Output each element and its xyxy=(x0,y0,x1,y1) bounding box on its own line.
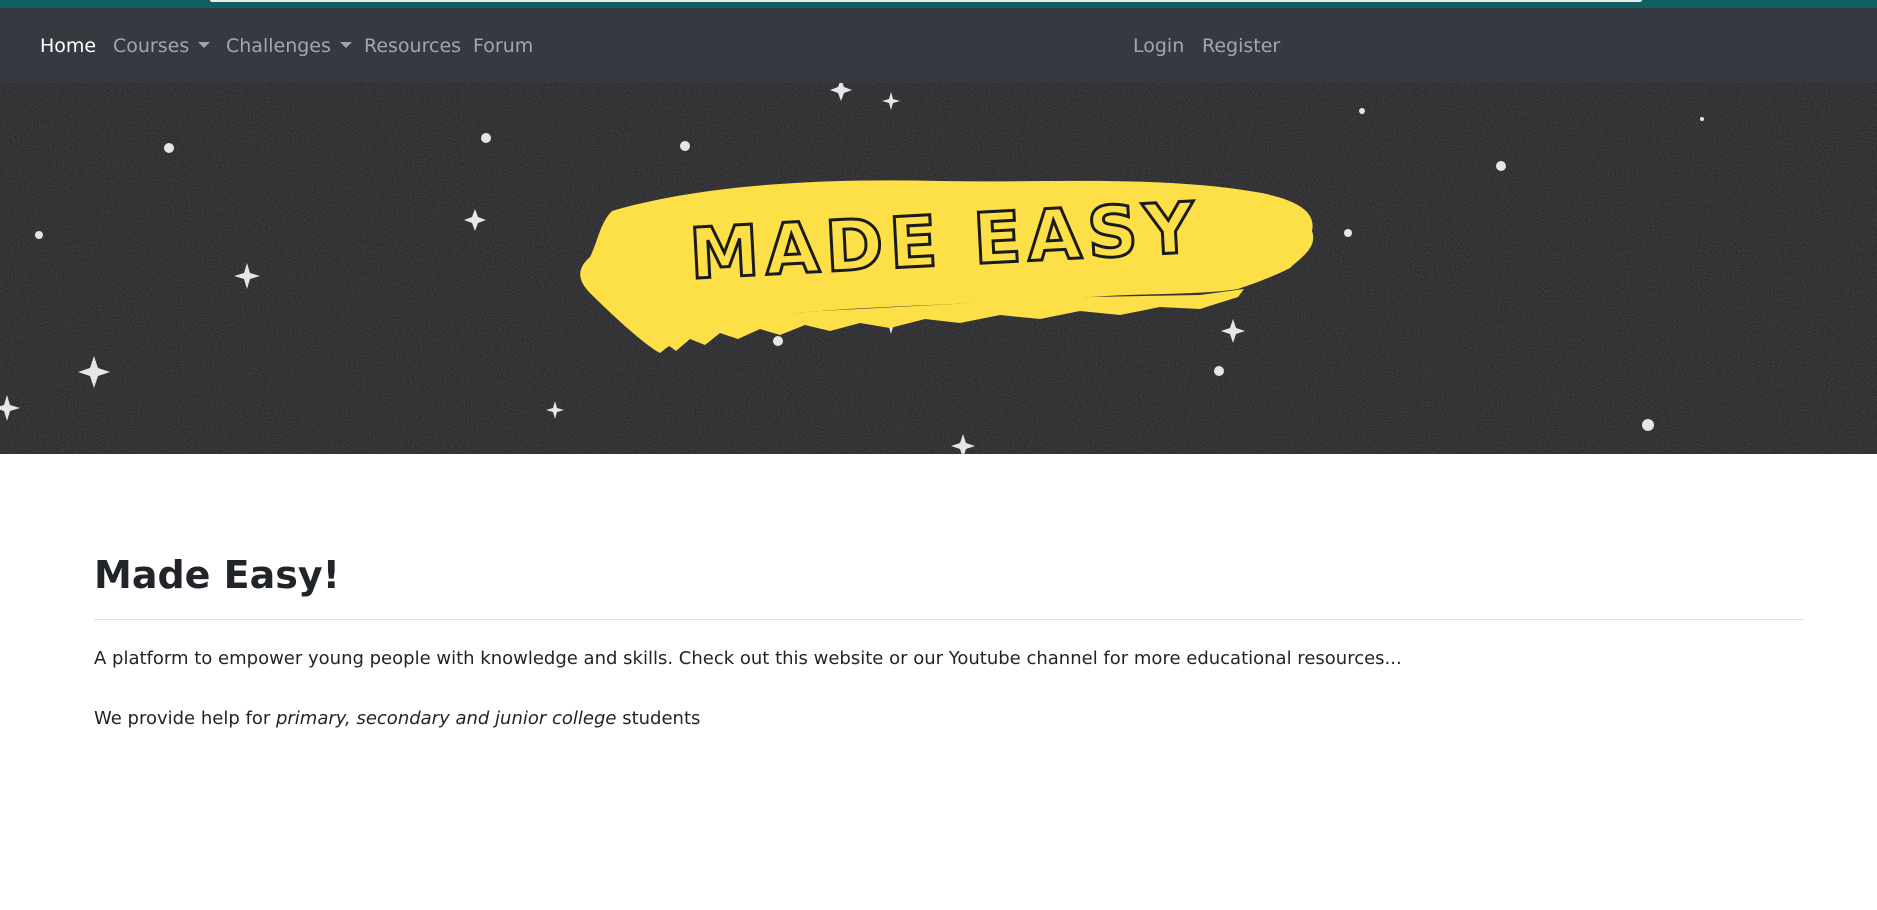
nav-login-link[interactable]: Login xyxy=(1133,34,1184,58)
nav-challenges-label: Challenges xyxy=(226,35,331,57)
nav-challenges-dropdown[interactable]: Challenges xyxy=(226,34,352,58)
nav-resources-link[interactable]: Resources xyxy=(364,34,461,58)
page-title: Made Easy! xyxy=(94,553,340,597)
audience-emphasis: primary, secondary and junior college xyxy=(275,708,617,729)
intro-paragraph: A platform to empower young people with … xyxy=(94,648,1402,669)
main-content: Made Easy! A platform to empower young p… xyxy=(94,540,1804,731)
chevron-down-icon xyxy=(339,42,352,48)
nav-register-link[interactable]: Register xyxy=(1202,34,1280,58)
nav-forum-link[interactable]: Forum xyxy=(473,34,533,58)
nav-home-link[interactable]: Home xyxy=(40,34,96,58)
main-navbar: Home Courses Challenges Resources Forum … xyxy=(0,8,1877,83)
audience-suffix: students xyxy=(616,708,701,729)
chevron-down-icon xyxy=(198,42,211,48)
title-divider xyxy=(94,619,1804,620)
nav-courses-dropdown[interactable]: Courses xyxy=(113,34,211,58)
audience-prefix: We provide help for xyxy=(94,708,276,729)
banner-graphic: MADE EASY xyxy=(0,83,1877,454)
browser-top-strip xyxy=(0,0,1877,8)
audience-paragraph: We provide help for primary, secondary a… xyxy=(94,707,1804,731)
nav-courses-label: Courses xyxy=(113,35,190,57)
hero-banner: MADE EASY xyxy=(0,83,1877,454)
address-bar-edge xyxy=(210,0,1642,2)
